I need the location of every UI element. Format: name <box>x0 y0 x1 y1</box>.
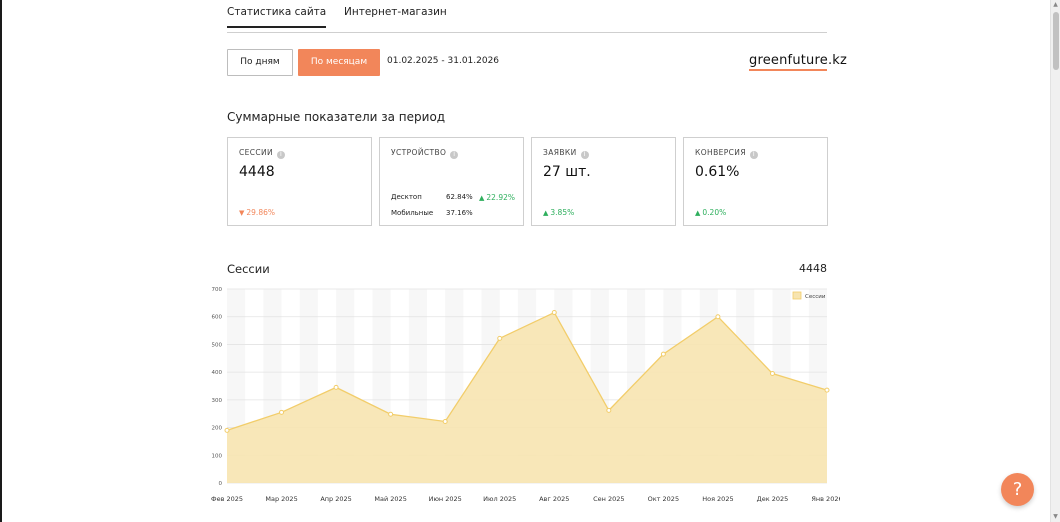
legend-swatch <box>792 291 802 300</box>
info-icon[interactable]: i <box>277 151 286 159</box>
conversion-delta: ▲ 0.20% <box>695 208 726 217</box>
data-point <box>551 310 557 316</box>
device-delta: ▲ 22.92% <box>479 193 515 202</box>
device-row-mobile: Мобильные 37.16% <box>391 209 516 217</box>
legend-label: Сессии <box>805 294 826 300</box>
data-point <box>224 427 230 433</box>
device-card: УСТРОЙСТВО i Десктоп 62.84% ▲ 22.92% Мобил… <box>379 137 524 226</box>
x-tick-label: Дек 2025 <box>757 495 789 503</box>
window-edge <box>0 0 2 522</box>
tab-site-stats[interactable]: Статистика сайта <box>227 6 327 28</box>
y-tick-label: 100 <box>212 453 223 459</box>
summary-title: Суммарные показатели за период <box>227 110 446 124</box>
data-point <box>660 351 666 357</box>
data-point <box>824 387 830 393</box>
x-tick-label: Сен 2025 <box>593 495 624 503</box>
x-tick-label: Июл 2025 <box>483 495 516 503</box>
info-icon[interactable]: i <box>450 151 459 159</box>
arrow-up-icon: ▲ <box>479 194 485 202</box>
device-name: Мобильные <box>391 209 434 217</box>
x-tick-label: Май 2025 <box>374 495 406 503</box>
conversion-delta-value: 0.20% <box>702 208 727 217</box>
sessions-value: 4448 <box>239 164 275 180</box>
date-range[interactable]: 01.02.2025 - 31.01.2026 <box>387 56 499 66</box>
conversion-label: КОНВЕРСИЯ <box>695 148 746 157</box>
help-button[interactable]: ? <box>1001 473 1034 506</box>
card-label: ЗАЯВКИ i <box>543 148 589 159</box>
data-point <box>333 384 339 390</box>
x-tick-label: Окт 2025 <box>648 495 679 503</box>
data-point <box>279 409 285 415</box>
device-label: УСТРОЙСТВО <box>391 148 447 157</box>
y-tick-label: 500 <box>212 342 223 348</box>
device-pct: 62.84% <box>446 193 473 201</box>
device-row-desktop: Десктоп 62.84% ▲ 22.92% <box>391 193 516 202</box>
by-day-button[interactable]: По дням <box>227 49 293 76</box>
scroll-up-icon[interactable]: ▲ <box>1052 1 1059 9</box>
x-tick-label: Июн 2025 <box>429 495 462 503</box>
leads-value: 27 шт. <box>543 164 591 180</box>
scrollbar-thumb[interactable] <box>1053 12 1059 70</box>
sessions-label: СЕССИИ <box>239 148 274 157</box>
y-tick-label: 700 <box>212 287 223 293</box>
leads-card: ЗАЯВКИ i 27 шт. ▲ 3.85% <box>531 137 676 226</box>
y-tick-label: 0 <box>219 481 223 487</box>
sessions-chart-title: Сессии <box>227 262 270 276</box>
data-point <box>606 407 612 413</box>
data-point <box>497 335 503 341</box>
sessions-delta: ▼ 29.86% <box>239 208 275 217</box>
conversion-value: 0.61% <box>695 164 740 180</box>
device-name: Десктоп <box>391 193 422 201</box>
site-domain: greenfuture.kz <box>749 53 847 71</box>
y-tick-label: 600 <box>212 315 223 321</box>
leads-delta: ▲ 3.85% <box>543 208 574 217</box>
x-tick-label: Мар 2025 <box>265 495 297 503</box>
tab-bar: Статистика сайта Интернет-магазин <box>227 0 827 33</box>
info-icon[interactable]: i <box>749 151 758 159</box>
arrow-down-icon: ▼ <box>239 209 245 217</box>
leads-delta-value: 3.85% <box>550 208 575 217</box>
conversion-card: КОНВЕРСИЯ i 0.61% ▲ 0.20% <box>683 137 828 226</box>
y-tick-label: 200 <box>212 426 223 432</box>
y-tick-label: 400 <box>212 370 223 376</box>
x-tick-label: Апр 2025 <box>320 495 351 503</box>
arrow-up-icon: ▲ <box>695 209 701 217</box>
data-point <box>769 371 775 377</box>
vertical-scrollbar[interactable]: ▲ ▼ <box>1050 0 1060 522</box>
x-tick-label: Янв 2026 <box>811 495 840 503</box>
x-tick-label: Авг 2025 <box>539 495 569 503</box>
data-point <box>715 314 721 320</box>
sessions-delta-value: 29.86% <box>246 208 275 217</box>
device-delta-value: 22.92% <box>486 193 515 202</box>
sessions-chart: 0 100 200 300 400 500 600 700 Фев 2025 Мар 2025 Ап… <box>211 287 840 503</box>
leads-label: ЗАЯВКИ <box>543 148 577 157</box>
y-tick-label: 300 <box>212 398 223 404</box>
scroll-down-icon[interactable]: ▼ <box>1052 513 1059 521</box>
arrow-up-icon: ▲ <box>543 209 549 217</box>
sessions-total: 4448 <box>799 262 827 275</box>
card-label: КОНВЕРСИЯ i <box>695 148 758 159</box>
x-tick-label: Фев 2025 <box>211 495 243 503</box>
x-tick-label: Ноя 2025 <box>702 495 733 503</box>
data-point <box>388 411 394 417</box>
data-point <box>442 418 448 424</box>
sessions-card: СЕССИИ i 4448 ▼ 29.86% <box>227 137 372 226</box>
card-label: УСТРОЙСТВО i <box>391 148 459 159</box>
by-month-button[interactable]: По месяцам <box>298 49 380 76</box>
info-icon[interactable]: i <box>580 151 589 159</box>
card-label: СЕССИИ i <box>239 148 286 159</box>
tab-online-store[interactable]: Интернет-магазин <box>344 6 447 18</box>
device-pct: 37.16% <box>446 209 473 217</box>
